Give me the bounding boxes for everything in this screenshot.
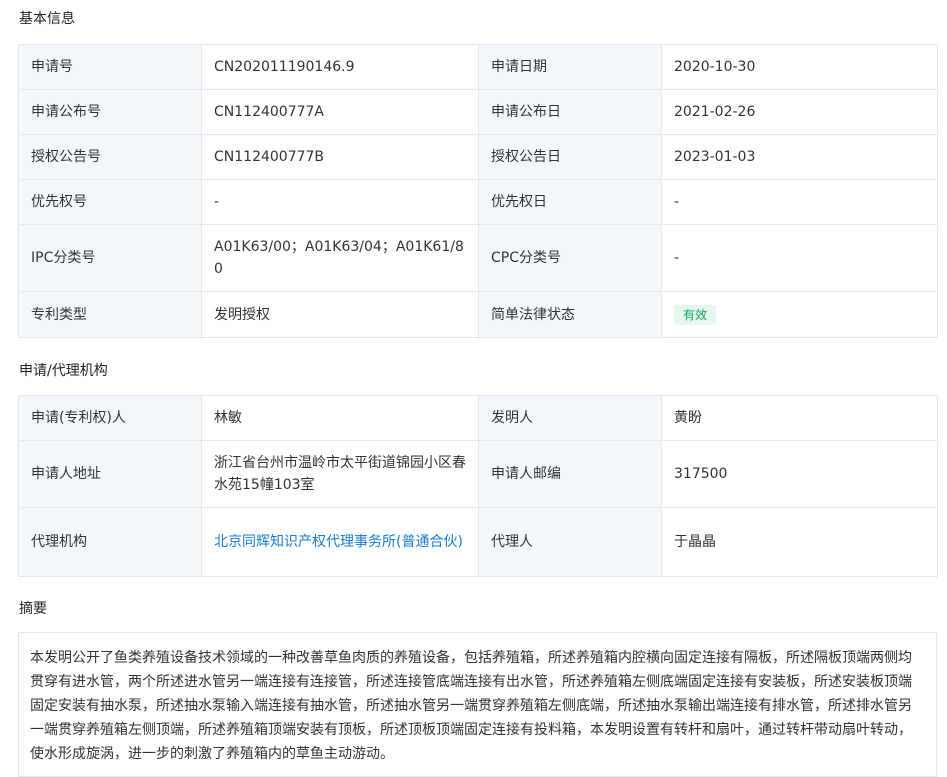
table-row: 申请人地址 浙江省台州市温岭市太平街道锦园小区春水苑15幢103室 申请人邮编 … [18, 440, 938, 508]
grant-date-label: 授权公告日 [478, 134, 662, 180]
table-row: 代理机构 北京同辉知识产权代理事务所(普通合伙) 代理人 于晶晶 [18, 507, 938, 577]
grant-date-value: 2023-01-03 [661, 134, 938, 180]
application-date-value: 2020-10-30 [661, 44, 938, 90]
table-row: 授权公告号 CN112400777B 授权公告日 2023-01-03 [18, 134, 938, 180]
status-badge: 有效 [674, 304, 717, 325]
agent-value: 于晶晶 [661, 507, 938, 577]
table-row: 申请公布号 CN112400777A 申请公布日 2021-02-26 [18, 89, 938, 135]
application-date-label: 申请日期 [478, 44, 662, 90]
postal-code-label: 申请人邮编 [478, 440, 662, 508]
inventor-value: 黄盼 [661, 395, 938, 441]
abstract-title: 摘要 [19, 601, 47, 617]
postal-code-value: 317500 [661, 440, 938, 508]
legal-status-label: 简单法律状态 [478, 291, 662, 338]
ipc-value: A01K63/00；A01K63/04；A01K61/80 [201, 224, 479, 292]
agent-label: 代理人 [478, 507, 662, 577]
agency-link[interactable]: 北京同辉知识产权代理事务所(普通合伙) [214, 534, 463, 550]
table-row: IPC分类号 A01K63/00；A01K63/04；A01K61/80 CPC… [18, 224, 938, 292]
priority-number-label: 优先权号 [18, 179, 202, 225]
publication-number-label: 申请公布号 [18, 89, 202, 135]
applicant-address-value: 浙江省台州市温岭市太平街道锦园小区春水苑15幢103室 [201, 440, 479, 508]
table-row: 专利类型 发明授权 简单法律状态 有效 [18, 291, 938, 338]
grant-number-value: CN112400777B [201, 134, 479, 180]
patent-type-label: 专利类型 [18, 291, 202, 338]
basic-info-title: 基本信息 [19, 11, 75, 27]
inventor-label: 发明人 [478, 395, 662, 441]
ipc-label: IPC分类号 [18, 224, 202, 292]
applicant-value: 林敏 [201, 395, 479, 441]
cpc-label: CPC分类号 [478, 224, 662, 292]
applicant-label: 申请(专利权)人 [18, 395, 202, 441]
cpc-value: - [661, 224, 938, 292]
table-row: 申请(专利权)人 林敏 发明人 黄盼 [18, 395, 938, 441]
agency-cell: 北京同辉知识产权代理事务所(普通合伙) [201, 507, 479, 577]
applicant-address-label: 申请人地址 [18, 440, 202, 508]
agency-label: 代理机构 [18, 507, 202, 577]
application-number-value: CN202011190146.9 [201, 44, 479, 90]
patent-type-value: 发明授权 [201, 291, 479, 338]
patent-detail-page: 基本信息 申请号 CN202011190146.9 申请日期 2020-10-3… [0, 0, 947, 777]
basic-info-table: 申请号 CN202011190146.9 申请日期 2020-10-30 申请公… [18, 44, 938, 338]
agency-info-title: 申请/代理机构 [19, 363, 108, 379]
table-row: 申请号 CN202011190146.9 申请日期 2020-10-30 [18, 44, 938, 90]
priority-date-label: 优先权日 [478, 179, 662, 225]
application-number-label: 申请号 [18, 44, 202, 90]
publication-number-value: CN112400777A [201, 89, 479, 135]
priority-date-value: - [661, 179, 938, 225]
abstract-text: 本发明公开了鱼类养殖设备技术领域的一种改善草鱼肉质的养殖设备，包括养殖箱，所述养… [18, 632, 937, 777]
legal-status-cell: 有效 [661, 291, 938, 338]
publication-date-label: 申请公布日 [478, 89, 662, 135]
table-row: 优先权号 - 优先权日 - [18, 179, 938, 225]
priority-number-value: - [201, 179, 479, 225]
publication-date-value: 2021-02-26 [661, 89, 938, 135]
grant-number-label: 授权公告号 [18, 134, 202, 180]
agency-info-table: 申请(专利权)人 林敏 发明人 黄盼 申请人地址 浙江省台州市温岭市太平街道锦园… [18, 395, 938, 577]
